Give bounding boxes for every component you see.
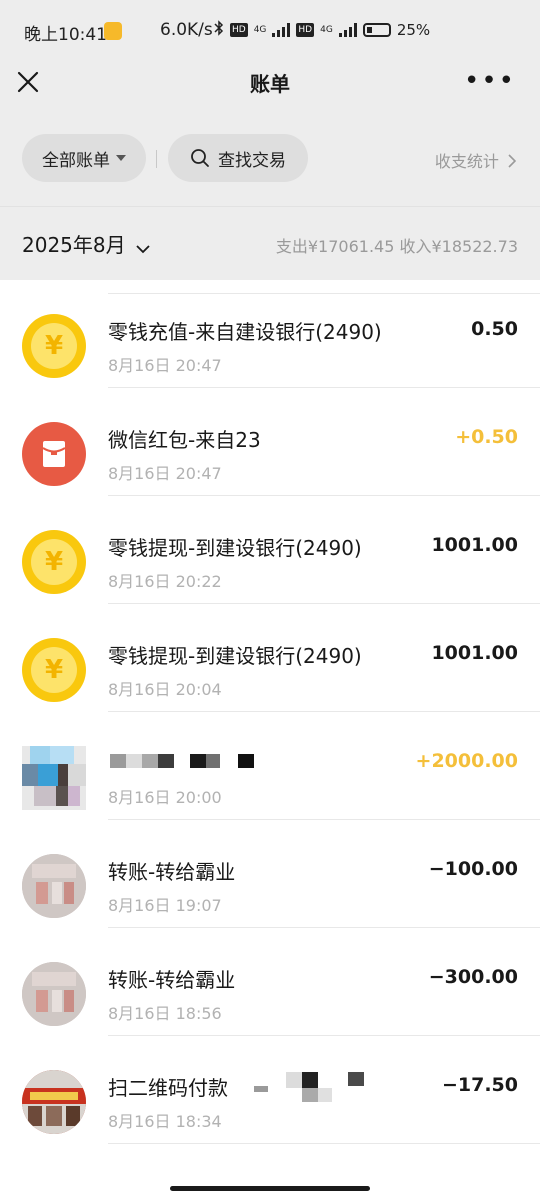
transaction-time: 8月16日 20:22 (108, 572, 222, 591)
transaction-amount: 0.50 (471, 318, 518, 340)
caret-down-icon (116, 155, 126, 161)
hd-badge: HD (230, 22, 248, 37)
stats-label: 收支统计 (434, 152, 499, 171)
store-avatar (22, 1070, 86, 1134)
stats-link[interactable]: 收支统计 (434, 148, 517, 172)
shop-avatar (22, 962, 86, 1026)
transaction-name: 微信红包-来自23 (108, 428, 261, 452)
coin-icon: ¥ (22, 638, 86, 702)
notification-icon (104, 22, 122, 40)
transaction-name: 转账-转给霸业 (108, 860, 236, 884)
month-selector[interactable]: 2025年8月 (22, 229, 150, 259)
coin-icon: ¥ (22, 530, 86, 594)
status-bar: 晚上10:41 6.0K/s HD 4G HD 4G 25% (0, 0, 540, 64)
transaction-amount: 1001.00 (431, 642, 518, 664)
nav-bar: 账单 ••• (0, 64, 540, 112)
redacted-name (250, 1072, 370, 1112)
divider (108, 1143, 540, 1144)
transaction-time: 8月16日 18:34 (108, 1112, 222, 1131)
transaction-time: 8月16日 20:47 (108, 464, 222, 483)
transaction-time: 8月16日 20:00 (108, 788, 222, 807)
transaction-row[interactable]: 扫二维码付款 8月16日 18:34 −17.50 (0, 1036, 540, 1144)
battery-percent: 25% (396, 20, 431, 39)
signal-icon (272, 22, 291, 37)
transaction-row[interactable]: 微信红包-来自23 8月16日 20:47 +0.50 (0, 388, 540, 496)
transaction-amount: −300.00 (428, 966, 518, 988)
transaction-row[interactable]: ¥ 零钱充值-来自建设银行(2490) 8月16日 20:47 0.50 (0, 280, 540, 388)
pixelated-avatar (22, 746, 86, 810)
transaction-name: 零钱充值-来自建设银行(2490) (108, 320, 382, 344)
more-icon[interactable]: ••• (464, 68, 516, 94)
battery-icon (362, 22, 391, 37)
all-bills-label: 全部账单 (42, 150, 110, 171)
chevron-down-icon (136, 235, 150, 259)
signal-icon (338, 22, 357, 37)
month-label: 2025年8月 (22, 233, 126, 257)
transaction-time: 8月16日 20:47 (108, 356, 222, 375)
network-type: 4G (320, 24, 333, 35)
search-icon (190, 148, 210, 168)
transaction-list: ¥ 零钱充值-来自建设银行(2490) 8月16日 20:47 0.50 微信红… (0, 280, 540, 1170)
transaction-row[interactable]: 转账-转给霸业 8月16日 19:07 −100.00 (0, 820, 540, 928)
transaction-name: 转账-转给霸业 (108, 968, 236, 992)
status-time: 晚上10:41 (24, 25, 107, 45)
month-summary: 支出¥17061.45 收入¥18522.73 (275, 237, 518, 256)
month-bar: 2025年8月 支出¥17061.45 收入¥18522.73 (0, 206, 540, 281)
red-packet-icon (22, 422, 86, 486)
transaction-amount: 1001.00 (431, 534, 518, 556)
transaction-name: 扫二维码付款 (108, 1076, 228, 1100)
transaction-row[interactable]: 转账-转给霸业 8月16日 18:56 −300.00 (0, 928, 540, 1036)
search-transactions-button[interactable]: 查找交易 (168, 134, 308, 182)
transaction-amount: +0.50 (455, 426, 518, 448)
coin-icon: ¥ (22, 314, 86, 378)
home-indicator[interactable] (170, 1186, 370, 1191)
transaction-amount: −100.00 (428, 858, 518, 880)
transaction-time: 8月16日 18:56 (108, 1004, 222, 1023)
chevron-right-icon (508, 153, 517, 172)
filter-bar: 全部账单 查找交易 收支统计 (0, 112, 540, 206)
transaction-amount: +2000.00 (415, 750, 518, 772)
transaction-row[interactable]: ¥ 零钱提现-到建设银行(2490) 8月16日 20:04 1001.00 (0, 604, 540, 712)
hd-badge: HD (296, 22, 315, 37)
shop-avatar (22, 854, 86, 918)
page-title: 账单 (250, 72, 290, 96)
transaction-name: 零钱提现-到建设银行(2490) (108, 536, 362, 560)
all-bills-dropdown[interactable]: 全部账单 (22, 134, 146, 182)
status-icons: HD 4G HD 4G 25% (214, 20, 430, 39)
transaction-row[interactable]: ¥ 零钱提现-到建设银行(2490) 8月16日 20:22 1001.00 (0, 496, 540, 604)
search-label: 查找交易 (218, 150, 286, 171)
network-type: 4G (253, 24, 267, 35)
bluetooth-icon (214, 20, 224, 39)
transaction-time: 8月16日 19:07 (108, 896, 222, 915)
transaction-time: 8月16日 20:04 (108, 680, 222, 699)
transaction-row[interactable]: 8月16日 20:00 +2000.00 (0, 712, 540, 820)
transaction-name: 零钱提现-到建设银行(2490) (108, 644, 362, 668)
transaction-amount: −17.50 (441, 1074, 518, 1096)
redacted-name (110, 752, 260, 770)
divider (156, 150, 157, 168)
net-speed: 6.0K/s (160, 20, 213, 40)
